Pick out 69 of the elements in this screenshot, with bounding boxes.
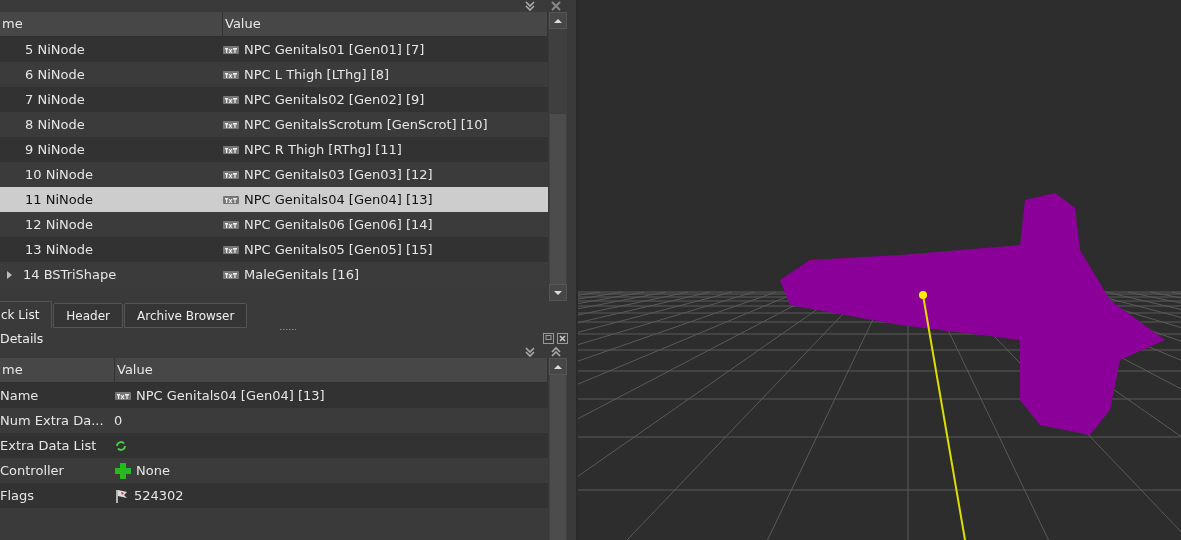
field-name: Extra Data List [0,438,97,453]
node-value: NPC R Thigh [RThg] [11] [244,142,402,157]
scrollbar[interactable] [549,12,567,301]
close-icon[interactable] [550,1,562,11]
expand-down-icon[interactable] [524,346,536,358]
plus-icon [114,461,132,480]
tree-row[interactable]: 9 NiNode NPC R Thigh [RThg] [11] [0,137,548,162]
node-value: NPC GenitalsScrotum [GenScrot] [10] [244,117,488,132]
node-name: 11 NiNode [25,192,93,207]
field-value: None [136,463,170,478]
node-name: 14 BSTriShape [23,267,117,282]
node-name: 12 NiNode [25,217,93,232]
column-header[interactable]: Value [223,12,548,36]
text-type-icon [222,93,240,106]
node-value: NPC Genitals04 [Gen04] [13] [244,192,433,207]
node-value: NPC Genitals01 [Gen01] [7] [244,42,425,57]
node-name: 5 NiNode [25,42,85,57]
tree-row[interactable]: 7 NiNode NPC Genitals02 [Gen02] [9] [0,87,548,112]
flag-icon [114,487,130,504]
text-type-icon [114,389,132,402]
close-icon[interactable] [557,333,568,344]
column-header[interactable]: me [0,358,115,382]
column-header[interactable]: me [0,12,223,36]
text-type-icon [222,193,240,206]
refresh-icon [114,438,128,453]
node-name: 13 NiNode [25,242,93,257]
node-value: NPC L Thigh [LThg] [8] [244,67,390,82]
tab[interactable]: ck List [0,301,53,328]
text-type-icon [222,143,240,156]
tree-row[interactable]: 5 NiNode NPC Genitals01 [Gen01] [7] [0,37,548,62]
node-value: NPC Genitals06 [Gen06] [14] [244,217,433,232]
column-header[interactable]: Value [115,358,548,382]
node-value: MaleGenitals [16] [244,267,359,282]
text-type-icon [222,118,240,131]
text-type-icon [222,243,240,256]
node-name: 7 NiNode [25,92,85,107]
scrollbar[interactable] [549,358,567,540]
float-icon[interactable] [543,333,554,344]
field-name: Controller [0,463,64,478]
tab[interactable]: Header [53,303,124,328]
panel-title: Details [0,331,44,346]
node-name: 10 NiNode [25,167,93,182]
tree-row[interactable]: 13 NiNode NPC Genitals05 [Gen05] [15] [0,237,548,262]
field-value: NPC Genitals04 [Gen04] [13] [136,388,325,403]
text-type-icon [222,268,240,281]
text-type-icon [222,68,240,81]
node-value: NPC Genitals02 [Gen02] [9] [244,92,425,107]
scroll-up-icon[interactable] [553,363,563,370]
text-type-icon [222,43,240,56]
scroll-down-icon[interactable] [553,289,563,296]
node-value: NPC Genitals05 [Gen05] [15] [244,242,433,257]
field-name: Num Extra Da... [0,413,104,428]
field-value: 0 [114,413,123,428]
tree-row[interactable]: 11 NiNode NPC Genitals04 [Gen04] [13] [0,187,548,212]
node-name: 8 NiNode [25,117,85,132]
text-type-icon [222,218,240,231]
scroll-up-icon[interactable] [553,17,563,24]
tab[interactable]: Archive Browser [124,303,248,328]
node-value: NPC Genitals03 [Gen03] [12] [244,167,433,182]
field-name: Flags [0,488,35,503]
collapse-up-icon[interactable] [550,346,562,358]
collapse-down-icon[interactable] [524,0,536,12]
field-value: 524302 [134,488,184,503]
expand-arrow-icon[interactable] [7,270,12,279]
field-name: Name [0,388,39,403]
node-name: 6 NiNode [25,67,85,82]
text-type-icon [222,168,240,181]
node-name: 9 NiNode [25,142,85,157]
splitter-grip-icon[interactable] [279,328,297,331]
